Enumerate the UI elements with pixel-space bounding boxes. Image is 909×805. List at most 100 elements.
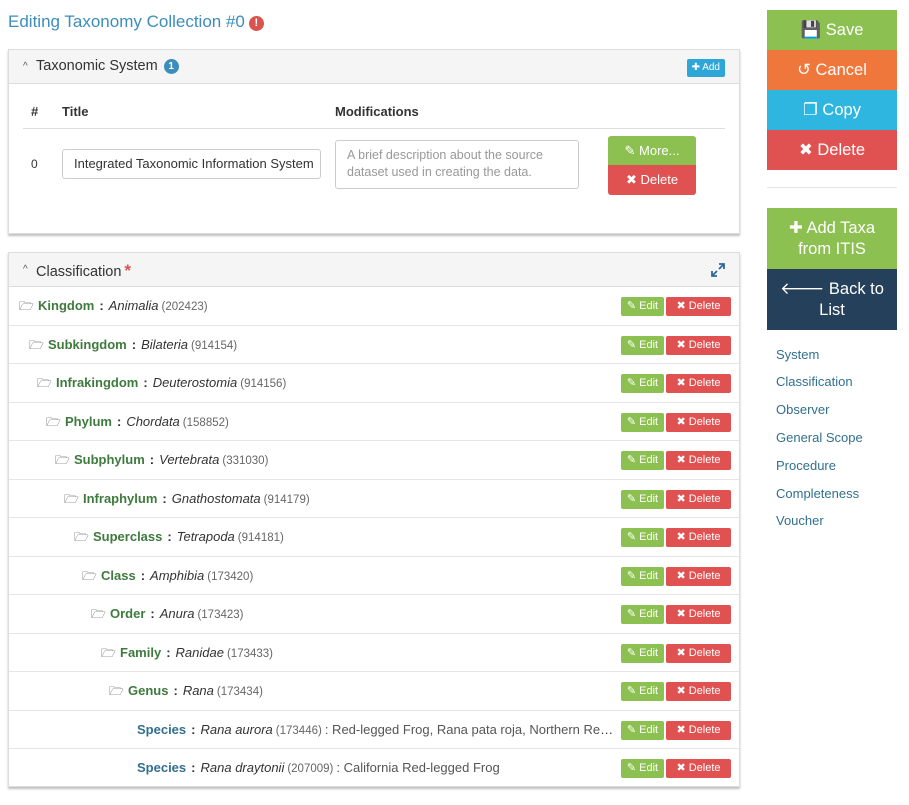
taxon-name: Chordata <box>126 413 180 429</box>
edit-button[interactable]: ✎ Edit <box>621 759 664 778</box>
panel-title: Classification * <box>36 261 131 281</box>
nav-link-completeness[interactable]: Completeness <box>776 486 859 501</box>
delete-button[interactable]: ✖ Delete <box>666 528 731 547</box>
tree-row[interactable]: 🗁 Family: Ranidae (173433) ✎ Edit ✖ Delete <box>9 634 739 672</box>
add-system-button[interactable]: ✚ Add <box>686 59 725 77</box>
collapse-caret-icon[interactable]: ^ <box>23 61 28 72</box>
tsn: (914156) <box>240 378 287 390</box>
collapse-caret-icon[interactable]: ^ <box>23 264 28 275</box>
edit-button[interactable]: ✎ Edit <box>621 643 664 663</box>
save-button[interactable]: 💾 Save <box>767 10 897 50</box>
delete-button[interactable]: ✖ Delete <box>666 297 731 316</box>
tree-row[interactable]: 🗁 Phylum: Chordata (158852) ✎ Edit ✖ Delete <box>9 403 739 441</box>
copy-button[interactable]: ❐ Copy <box>767 90 897 130</box>
nav-link-procedure[interactable]: Procedure <box>776 458 836 473</box>
delete-button[interactable]: ✖ Delete <box>666 682 731 701</box>
folder-open-icon: 🗁 <box>74 530 89 544</box>
tsn: (173446) <box>275 724 322 737</box>
rank-label: Class <box>101 567 136 583</box>
folder-open-icon: 🗁 <box>101 645 116 660</box>
rank-label: Kingdom <box>38 298 95 313</box>
rank-label: Subphylum <box>74 452 145 467</box>
folder-open-icon: 🗁 <box>46 414 61 429</box>
add-taxa-button[interactable]: ✚ Add Taxa from ITIS <box>767 208 897 269</box>
tsn: (173423) <box>197 609 244 621</box>
title-input[interactable]: Integrated Taxonomic Information System <box>62 149 321 179</box>
tsn: (173420) <box>207 570 254 583</box>
close-icon: ✖ <box>625 172 637 187</box>
edit-button[interactable]: ✎ Edit <box>621 297 664 316</box>
delete-button[interactable]: ✖ Delete <box>666 412 731 432</box>
delete-button[interactable]: ✖ Delete <box>666 451 731 470</box>
add-label: Add <box>702 62 720 73</box>
delete-button[interactable]: ✖ Delete <box>666 566 731 586</box>
delete-button[interactable]: ✖ Delete <box>666 335 731 355</box>
rank-label: Infrakingdom <box>56 375 139 390</box>
taxon-name: Anura <box>159 606 195 621</box>
edit-button[interactable]: ✎ Edit <box>621 528 664 547</box>
folder-open-icon: 🗁 <box>91 607 106 621</box>
tree-row[interactable]: 🗁 Subkingdom: Bilateria (914154) ✎ Edit ✖ D… <box>9 326 739 364</box>
nav-link-classification[interactable]: Classification <box>776 374 853 389</box>
delete-collection-button[interactable]: ✖ Delete <box>767 130 897 170</box>
plus-icon: ✚ <box>788 219 803 237</box>
edit-button[interactable]: ✎ Edit <box>621 566 664 586</box>
edit-button[interactable]: ✎ Edit <box>621 451 664 470</box>
tree-row[interactable]: 🗁 Genus: Rana (173434) ✎ Edit ✖ Delete <box>9 672 739 711</box>
count-badge: 1 <box>163 59 179 74</box>
edit-button[interactable]: ✎ Edit <box>621 682 664 701</box>
delete-button[interactable]: ✖ Delete <box>666 720 731 740</box>
taxon-name: Animalia <box>108 298 159 313</box>
close-icon: ✖ <box>798 141 813 159</box>
page-title: Editing Taxonomy Collection #0! <box>8 12 264 32</box>
tree-row[interactable]: 🗁 Infraphylum: Gnathostomata (914179) ✎ Edi… <box>9 480 739 518</box>
tsn: (914179) <box>263 493 310 506</box>
tree-row[interactable]: 🗁 Infrakingdom: Deuterostomia (914156) ✎ Ed… <box>9 364 739 403</box>
rank-label: Subkingdom <box>48 336 127 352</box>
edit-button[interactable]: ✎ Edit <box>621 374 664 393</box>
delete-button[interactable]: ✖ Delete <box>666 374 731 393</box>
taxon-name: Rana draytonii <box>200 760 285 775</box>
rank-label: Phylum <box>65 413 112 429</box>
edit-button[interactable]: ✎ Edit <box>621 720 664 740</box>
nav-link-general-scope[interactable]: General Scope <box>776 430 863 445</box>
nav-link-voucher[interactable]: Voucher <box>776 513 824 528</box>
tree-row[interactable]: 🗁 Class: Amphibia (173420) ✎ Edit ✖ Delete <box>9 557 739 595</box>
nav-link-system[interactable]: System <box>776 347 819 362</box>
classification-header[interactable]: ^ Classification * <box>9 253 739 287</box>
back-to-list-button[interactable]: 🡐 Back to List <box>767 269 897 330</box>
edit-button[interactable]: ✎ Edit <box>621 335 664 355</box>
cancel-button[interactable]: ↺ Cancel <box>767 50 897 90</box>
delete-button[interactable]: ✖ Delete <box>666 759 731 778</box>
nav-link-observer[interactable]: Observer <box>776 402 829 417</box>
tree-row[interactable]: Species: Rana aurora (173446): Red-legged … <box>9 711 739 749</box>
cancel-label: Cancel <box>815 61 867 79</box>
tree-row[interactable]: 🗁 Subphylum: Vertebrata (331030) ✎ Edit ✖ D… <box>9 441 739 480</box>
edit-button[interactable]: ✎ Edit <box>621 412 664 432</box>
taxon-name: Deuterostomia <box>152 375 238 390</box>
tree-row[interactable]: 🗁 Superclass: Tetrapoda (914181) ✎ Edit ✖ D… <box>9 518 739 557</box>
edit-button[interactable]: ✎ Edit <box>621 605 664 624</box>
taxonomic-system-header[interactable]: ^ Taxonomic System 1 ✚ Add <box>9 50 739 84</box>
delete-button[interactable]: ✖ Delete <box>666 489 731 509</box>
folder-open-icon: 🗁 <box>82 568 97 583</box>
delete-label: Delete <box>817 141 866 159</box>
rank-label: Species <box>137 721 187 737</box>
edit-button[interactable]: ✎ Edit <box>621 489 664 509</box>
tree-row[interactable]: Species: Rana draytonii (207009): Californ… <box>9 749 739 788</box>
delete-button[interactable]: ✖ Delete <box>666 605 731 624</box>
tree-row[interactable]: 🗁 Order: Anura (173423) ✎ Edit ✖ Delete <box>9 595 739 634</box>
tree-row[interactable]: 🗁 Kingdom: Animalia (202423) ✎ Edit ✖ Delet… <box>9 287 739 326</box>
taxon-name: Rana aurora <box>200 721 273 737</box>
modifications-textarea[interactable]: A brief description about the source dat… <box>335 140 579 189</box>
delete-label: Delete <box>640 172 679 187</box>
delete-system-button[interactable]: ✖ Delete <box>608 165 696 195</box>
more-button[interactable]: ✎ More... <box>608 136 696 165</box>
delete-button[interactable]: ✖ Delete <box>666 643 731 663</box>
arrow-left-icon: 🡐 <box>780 280 825 298</box>
copy-label: Copy <box>822 101 861 119</box>
copy-icon: ❐ <box>803 101 818 119</box>
expand-icon[interactable] <box>711 263 725 277</box>
tsn: (202423) <box>161 301 208 313</box>
folder-open-icon: 🗁 <box>64 491 79 506</box>
